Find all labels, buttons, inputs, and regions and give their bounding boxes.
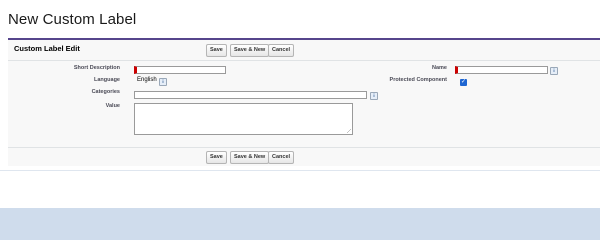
value-label: Value [105,103,120,109]
categories-help-icon[interactable]: i [370,92,378,100]
save-button-top[interactable]: Save [206,44,227,57]
check-icon: ✓ [460,78,467,85]
block-title: Custom Label Edit [14,44,80,53]
page: New Custom Label Custom Label Edit Save … [0,0,600,208]
name-label: Name [432,65,447,71]
name-input[interactable] [455,66,548,74]
frame-divider [0,170,600,171]
footer-divider [8,147,600,148]
save-and-new-button-top[interactable]: Save & New [230,44,270,57]
page-title: New Custom Label [8,11,137,28]
categories-label: Categories [91,89,120,95]
save-button-bottom[interactable]: Save [206,151,227,164]
short-description-label: Short Description [73,65,120,71]
block-header: Custom Label Edit Save Save & New Cancel [8,40,600,61]
protected-component-checkbox[interactable]: ✓ [460,79,467,86]
categories-input[interactable] [134,91,367,99]
edit-block: Custom Label Edit Save Save & New Cancel… [8,38,600,166]
language-label: Language [94,77,120,83]
value-textarea[interactable] [134,103,353,135]
save-and-new-button-bottom[interactable]: Save & New [230,151,270,164]
language-help-icon[interactable]: i [159,78,167,86]
language-value: English [137,77,157,83]
resize-handle[interactable] [347,129,351,133]
name-help-icon[interactable]: i [550,67,558,75]
cancel-button-bottom[interactable]: Cancel [268,151,295,164]
cancel-button-top[interactable]: Cancel [268,44,295,57]
protected-component-label: Protected Component [389,77,447,83]
short-description-input[interactable] [134,66,226,74]
